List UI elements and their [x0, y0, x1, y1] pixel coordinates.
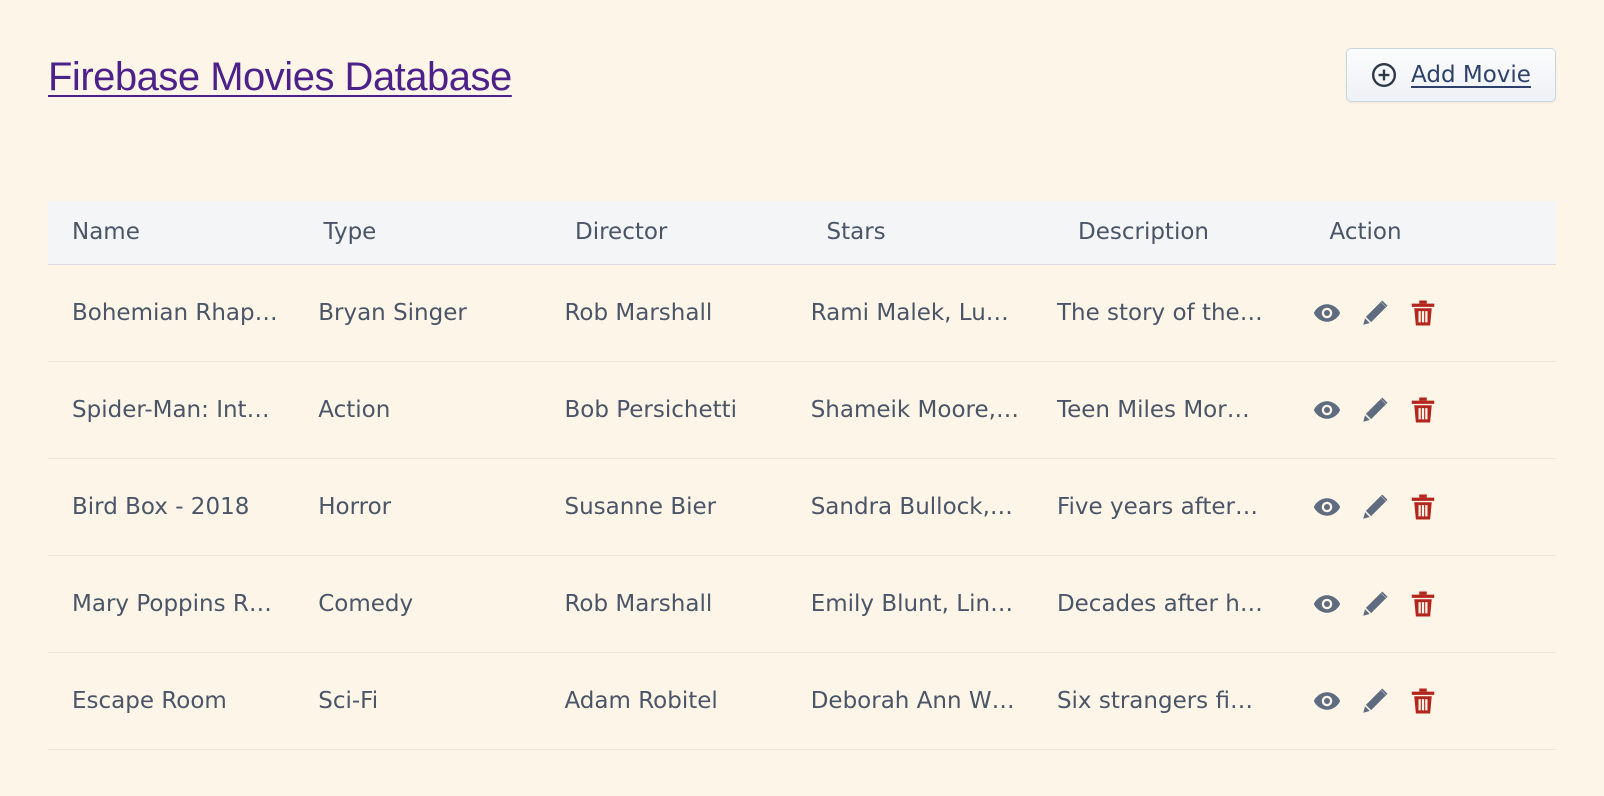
- cell-name: Escape Room: [72, 688, 227, 714]
- column-header-action: Action: [1329, 219, 1402, 245]
- delete-button[interactable]: [1408, 492, 1438, 522]
- column-header-description: Description: [1078, 219, 1209, 245]
- delete-button[interactable]: [1408, 686, 1438, 716]
- cell-type: Action: [318, 397, 391, 423]
- view-button[interactable]: [1312, 589, 1342, 619]
- cell-actions: [1279, 686, 1556, 716]
- edit-button[interactable]: [1360, 492, 1390, 522]
- movies-table: Name Type Director Stars Description Act…: [48, 201, 1556, 750]
- add-movie-button[interactable]: Add Movie: [1346, 48, 1556, 102]
- table-row: Bird Box - 2018 Horror Susanne Bier Sandra …: [48, 459, 1556, 556]
- delete-button[interactable]: [1408, 589, 1438, 619]
- eye-icon: [1314, 498, 1341, 516]
- edit-button[interactable]: [1360, 395, 1390, 425]
- table-row: Escape Room Sci-Fi Adam Robitel Deborah Ann…: [48, 653, 1556, 750]
- eye-icon: [1314, 595, 1341, 613]
- view-button[interactable]: [1312, 686, 1342, 716]
- pencil-icon: [1363, 591, 1388, 616]
- delete-button[interactable]: [1408, 298, 1438, 328]
- cell-type: Horror: [318, 494, 392, 520]
- edit-button[interactable]: [1360, 589, 1390, 619]
- cell-director: Rob Marshall: [564, 591, 713, 617]
- cell-name: Bird Box - 2018: [72, 494, 250, 520]
- cell-stars: Shameik Moore,…: [810, 397, 1019, 423]
- cell-type: Bryan Singer: [318, 300, 467, 326]
- cell-description: Teen Miles Mor…: [1056, 397, 1250, 423]
- table-row: Spider-Man: Int… Action Bob Persichetti Sha…: [48, 362, 1556, 459]
- cell-name: Spider-Man: Int…: [72, 397, 270, 423]
- pencil-icon: [1363, 300, 1388, 325]
- eye-icon: [1314, 304, 1341, 322]
- cell-director: Susanne Bier: [564, 494, 717, 520]
- trash-icon: [1411, 688, 1435, 714]
- pencil-icon: [1363, 397, 1388, 422]
- add-movie-label: Add Movie: [1411, 62, 1531, 88]
- pencil-icon: [1363, 494, 1388, 519]
- cell-description: Decades after h…: [1056, 591, 1263, 617]
- cell-stars: Sandra Bullock, …: [810, 494, 1021, 520]
- eye-icon: [1314, 692, 1341, 710]
- edit-button[interactable]: [1360, 298, 1390, 328]
- cell-stars: Deborah Ann W…: [810, 688, 1015, 714]
- page-title[interactable]: Firebase Movies Database: [48, 50, 512, 104]
- cell-actions: [1279, 492, 1556, 522]
- cell-actions: [1279, 589, 1556, 619]
- view-button[interactable]: [1312, 492, 1342, 522]
- cell-type: Sci-Fi: [318, 688, 379, 714]
- plus-circle-icon: [1372, 62, 1397, 88]
- delete-button[interactable]: [1408, 395, 1438, 425]
- cell-type: Comedy: [318, 591, 414, 617]
- table-row: Mary Poppins R… Comedy Rob Marshall Emily B…: [48, 556, 1556, 653]
- cell-director: Adam Robitel: [564, 688, 718, 714]
- edit-button[interactable]: [1360, 686, 1390, 716]
- pencil-icon: [1363, 688, 1388, 713]
- eye-icon: [1314, 401, 1341, 419]
- page: Firebase Movies Database Add Movie Name …: [0, 0, 1604, 796]
- view-button[interactable]: [1312, 395, 1342, 425]
- trash-icon: [1411, 300, 1435, 326]
- cell-stars: Rami Malek, Lu…: [810, 300, 1009, 326]
- cell-director: Rob Marshall: [564, 300, 713, 326]
- table-body: Bohemian Rhap… Bryan Singer Rob Marshall Ra…: [48, 265, 1556, 750]
- cell-description: The story of the…: [1056, 300, 1263, 326]
- table-row: Bohemian Rhap… Bryan Singer Rob Marshall Ra…: [48, 265, 1556, 362]
- cell-actions: [1279, 395, 1556, 425]
- column-header-name: Name: [72, 219, 140, 245]
- trash-icon: [1411, 494, 1435, 520]
- cell-actions: [1279, 298, 1556, 328]
- trash-icon: [1411, 397, 1435, 423]
- table-header: Name Type Director Stars Description Act…: [48, 201, 1556, 265]
- cell-name: Bohemian Rhap…: [72, 300, 278, 326]
- column-header-director: Director: [575, 219, 668, 245]
- cell-director: Bob Persichetti: [564, 397, 738, 423]
- cell-stars: Emily Blunt, Lin…: [810, 591, 1014, 617]
- trash-icon: [1411, 591, 1435, 617]
- cell-description: Five years after …: [1056, 494, 1266, 520]
- view-button[interactable]: [1312, 298, 1342, 328]
- cell-description: Six strangers fin…: [1056, 688, 1268, 714]
- cell-name: Mary Poppins R…: [72, 591, 272, 617]
- column-header-type: Type: [323, 219, 377, 245]
- column-header-stars: Stars: [826, 219, 886, 245]
